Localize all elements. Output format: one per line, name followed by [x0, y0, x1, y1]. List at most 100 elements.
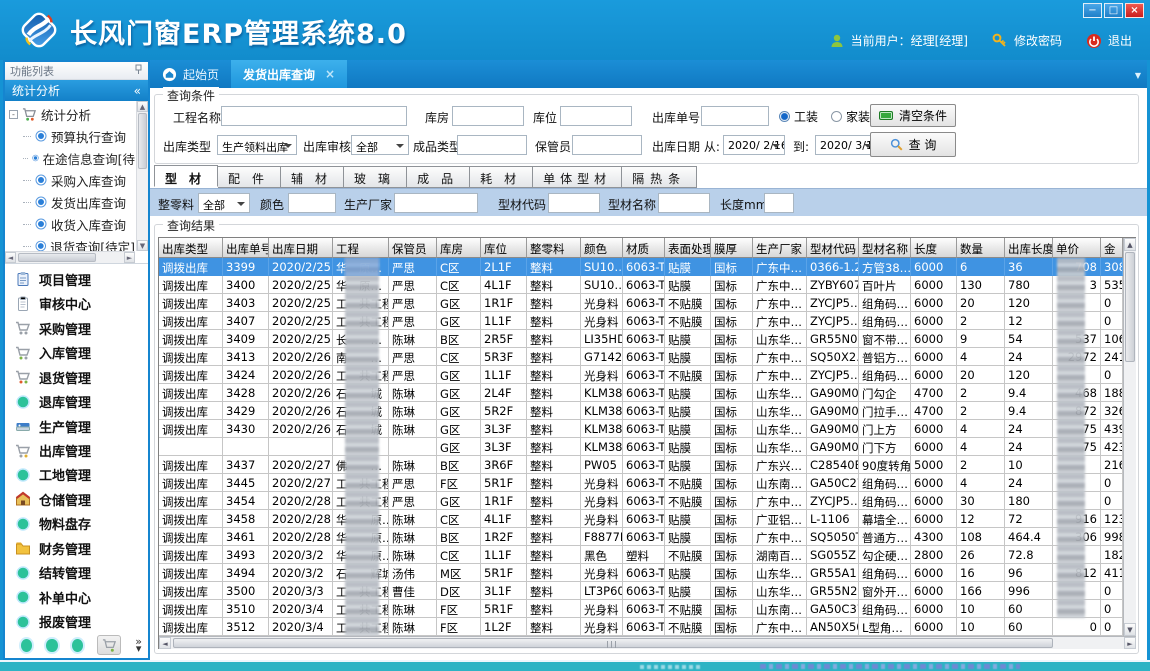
tree-item-采购入库查询[interactable]: 采购入库查询	[7, 169, 135, 191]
scroll-right-icon[interactable]: ►	[124, 252, 135, 263]
sidebar-item-补单中心[interactable]: 补单中心	[5, 585, 148, 609]
scroll-up-icon[interactable]: ▲	[137, 101, 148, 112]
table-row[interactable]: 调拨出库34242020/2/26工 共工程严思G区1L1F整料光身料6063-…	[159, 366, 1135, 384]
table-row[interactable]: 调拨出库34282020/2/26石 城陈琳G区2L4F整料KLM3817606…	[159, 384, 1135, 402]
material-tab-玻璃[interactable]: 玻璃	[344, 166, 407, 188]
sidebar-item-出库管理[interactable]: 出库管理	[5, 438, 148, 462]
sidebar-item-仓储管理[interactable]: 仓储管理	[5, 487, 148, 511]
tab-close-icon[interactable]: ×	[325, 67, 335, 81]
scrollbar-thumb[interactable]	[18, 253, 96, 262]
sidebar-item-退货管理[interactable]: 退货管理	[5, 365, 148, 389]
sidebar-item-结转管理[interactable]: 结转管理	[5, 561, 148, 585]
material-tab-成品[interactable]: 成品	[407, 166, 470, 188]
tree-item-预算执行查询[interactable]: 预算执行查询	[7, 125, 135, 147]
table-row[interactable]: 调拨出库34132020/2/26南 …严思C区5R3F整料G714226063…	[159, 348, 1135, 366]
grid-horizontal-scrollbar[interactable]: ◄►	[159, 636, 1136, 649]
tree-expander-icon[interactable]: -	[9, 110, 18, 119]
material-tab-型材[interactable]: 型材	[154, 165, 218, 187]
column-header-出库长度[interactable]: 出库长度	[1005, 238, 1053, 258]
sidebar-section-header[interactable]: 统计分析 «	[5, 80, 148, 101]
sidebar-item-生产管理[interactable]: 生产管理	[5, 414, 148, 438]
column-header-膜厚[interactable]: 膜厚	[711, 238, 753, 258]
table-row[interactable]: 调拨出库34292020/2/26石 城陈琳G区5R2F整料KLM3817606…	[159, 402, 1135, 420]
color-input[interactable]	[288, 193, 336, 213]
table-row[interactable]: 调拨出库34032020/2/25工 共工程严思G区1R1F整料光身料6063-…	[159, 294, 1135, 312]
table-row[interactable]: 调拨出库34092020/2/25长 …陈琳B区2R5F整料LI35HD6063…	[159, 330, 1135, 348]
table-row[interactable]: 调拨出库34582020/2/28华 原…陈琳C区4L1F整料光身料6063-T…	[159, 510, 1135, 528]
scroll-down-icon[interactable]: ▼	[1124, 623, 1136, 636]
table-row[interactable]: 调拨出库34072020/2/25工 共工程严思G区1L1F整料光身料6063-…	[159, 312, 1135, 330]
column-header-单价[interactable]: 单价	[1053, 238, 1101, 258]
column-header-库房[interactable]: 库房	[437, 238, 481, 258]
profile-code-input[interactable]	[548, 193, 600, 213]
keeper-input[interactable]	[572, 135, 642, 155]
material-tab-隔热条[interactable]: 隔热条	[622, 166, 697, 188]
sidebar-item-入库管理[interactable]: 入库管理	[5, 340, 148, 364]
column-header-库位[interactable]: 库位	[481, 238, 527, 258]
table-row[interactable]: 调拨出库34452020/2/27工 共工程严思F区5R1F整料光身料6063-…	[159, 474, 1135, 492]
tree-root-statistics[interactable]: - 统计分析	[7, 103, 135, 125]
table-row[interactable]: 调拨出库35002020/3/3工 共工程曹佳D区3L1F整料LT3P60606…	[159, 582, 1135, 600]
table-row[interactable]: 调拨出库34372020/2/27佛 …陈琳B区3R6F整料PW056063-T…	[159, 456, 1135, 474]
column-header-出库类型[interactable]: 出库类型	[159, 238, 223, 258]
scroll-up-icon[interactable]: ▲	[1124, 238, 1136, 251]
column-header-生产厂家[interactable]: 生产厂家	[753, 238, 807, 258]
tab-shipping-outbound-query[interactable]: 发货出库查询 ×	[231, 60, 347, 88]
profile-name-input[interactable]	[658, 193, 710, 213]
material-tab-耗材[interactable]: 耗材	[470, 166, 533, 188]
manufacturer-input[interactable]	[394, 193, 478, 213]
scrollbar-thumb[interactable]	[1125, 252, 1135, 362]
scrollbar-thumb[interactable]	[138, 113, 147, 169]
table-row[interactable]: 调拨出库34942020/3/2石 辉城汤伟M区5R1F整料光身料6063-T5…	[159, 564, 1135, 582]
radio-gongzhuang[interactable]: 工装	[779, 108, 818, 125]
minimize-button[interactable]: −	[1083, 3, 1102, 18]
sidebar-item-物料盘存[interactable]: 物料盘存	[5, 512, 148, 536]
material-tab-单体型材[interactable]: 单体型材	[533, 166, 622, 188]
table-row[interactable]: 调拨出库35102020/3/4工 共工程陈琳F区5R1F整料光身料6063-T…	[159, 600, 1135, 618]
scrollbar-thumb[interactable]	[173, 638, 1053, 648]
out-type-combo[interactable]: 生产领料出库	[217, 135, 297, 155]
sidebar-item-项目管理[interactable]: 项目管理	[5, 267, 148, 291]
tree-item-收货入库查询[interactable]: 收货入库查询	[7, 213, 135, 235]
scroll-left-icon[interactable]: ◄	[159, 637, 171, 649]
table-row[interactable]: 调拨出库34002020/2/25华 原…严思C区4L1F整料SU10…6063…	[159, 276, 1135, 294]
column-header-金[interactable]: 金	[1101, 238, 1123, 258]
material-tab-辅材[interactable]: 辅材	[281, 166, 344, 188]
cart-module-button[interactable]	[97, 635, 122, 655]
column-header-材质[interactable]: 材质	[623, 238, 665, 258]
column-header-出库单号[interactable]: 出库单号	[223, 238, 269, 258]
pin-icon[interactable]	[134, 64, 143, 78]
column-header-出库日期[interactable]: 出库日期	[269, 238, 333, 258]
product-type-input[interactable]	[457, 135, 527, 155]
material-tab-配件[interactable]: 配件	[218, 166, 281, 188]
sidebar-item-财务管理[interactable]: 财务管理	[5, 536, 148, 560]
column-header-保管员[interactable]: 保管员	[389, 238, 437, 258]
column-header-表面处理[interactable]: 表面处理	[665, 238, 711, 258]
column-header-数量[interactable]: 数量	[957, 238, 1005, 258]
collapse-icon[interactable]: «	[134, 84, 141, 98]
column-header-颜色[interactable]: 颜色	[581, 238, 623, 258]
warehouse-input[interactable]	[452, 106, 524, 126]
tab-overflow-icon[interactable]: ▼	[1135, 71, 1141, 80]
maximize-button[interactable]: □	[1104, 3, 1123, 18]
tree-item-在途信息查询[待[interactable]: 在途信息查询[待	[7, 147, 135, 169]
date-from-picker[interactable]: 2020/ 2/16	[723, 135, 785, 155]
tree-horizontal-scrollbar[interactable]: ◄ ►	[5, 251, 135, 263]
table-row[interactable]: 调拨出库34542020/2/28工 共工程严思G区1R1F整料光身料6063-…	[159, 492, 1135, 510]
table-row[interactable]: 调拨出库35122020/3/4工 共工程陈琳F区1L2F整料光身料6063-T…	[159, 618, 1135, 636]
column-header-长度[interactable]: 长度	[911, 238, 957, 258]
sidebar-item-采购管理[interactable]: 采购管理	[5, 316, 148, 340]
search-button[interactable]: 查 询	[870, 132, 956, 157]
column-header-整零料[interactable]: 整零料	[527, 238, 581, 258]
scroll-left-icon[interactable]: ◄	[5, 252, 16, 263]
column-header-工程[interactable]: 工程	[333, 238, 389, 258]
column-header-型材名称[interactable]: 型材名称	[859, 238, 911, 258]
sidebar-item-审核中心[interactable]: 审核中心	[5, 291, 148, 315]
grid-vertical-scrollbar[interactable]: ▲▼	[1123, 238, 1136, 636]
table-row[interactable]: 调拨出库34612020/2/28华 原…陈琳B区1R2F整料F8877FT60…	[159, 528, 1135, 546]
module-dot-icon[interactable]	[21, 639, 32, 652]
table-row[interactable]: G区3L3F整料KLM38176063-T5贴膜国标山东华…GA90M09.门下…	[159, 438, 1135, 456]
sidebar-item-工地管理[interactable]: 工地管理	[5, 463, 148, 487]
date-to-picker[interactable]: 2020/ 3/16	[815, 135, 877, 155]
change-password-link[interactable]: 修改密码	[1014, 32, 1062, 49]
